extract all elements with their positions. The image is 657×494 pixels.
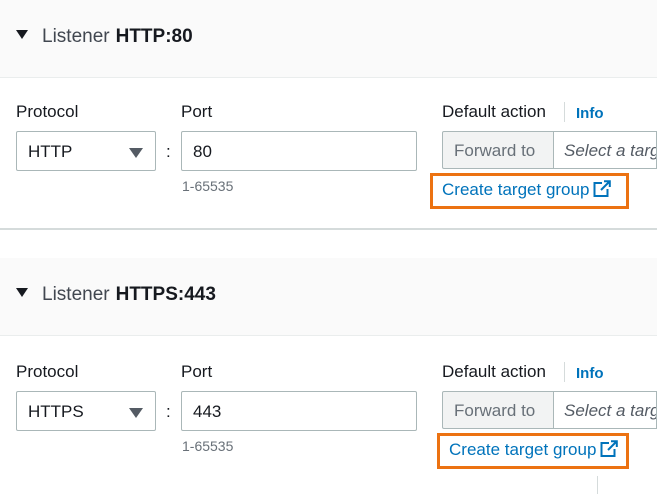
default-action-label: Default action: [442, 102, 546, 121]
listener-name: HTTP:80: [115, 26, 193, 47]
create-target-group-link[interactable]: Create target group: [430, 173, 629, 209]
caret-down-icon[interactable]: [16, 288, 28, 297]
protocol-label: Protocol: [16, 102, 79, 121]
listener-title: Listener HTTPS:443: [42, 284, 216, 306]
info-divider: [564, 362, 565, 382]
info-divider: [564, 102, 565, 122]
caret-down-icon[interactable]: [16, 30, 28, 39]
create-target-group-text: Create target group: [449, 440, 597, 459]
port-input[interactable]: 80: [181, 131, 417, 171]
listener-header[interactable]: Listener HTTPS:443: [0, 258, 657, 336]
section-gap: [0, 230, 657, 252]
triangle-down-icon: [129, 148, 143, 158]
listener-title: Listener HTTP:80: [42, 26, 193, 48]
protocol-value: HTTP: [28, 142, 73, 161]
separator-colon: :: [166, 402, 171, 421]
triangle-down-icon: [129, 408, 143, 418]
create-target-group-link[interactable]: Create target group: [437, 433, 629, 469]
port-input[interactable]: 443: [181, 391, 417, 431]
forward-to-label: Forward to: [442, 391, 554, 429]
info-link[interactable]: Info: [576, 105, 604, 122]
listener-prefix: Listener: [42, 26, 110, 47]
listener-http: Listener HTTP:80 Protocol HTTP : Port 80 …: [0, 0, 657, 230]
port-label: Port: [181, 362, 213, 381]
listener-header[interactable]: Listener HTTP:80: [0, 0, 657, 78]
column-divider: [597, 476, 598, 494]
target-group-select[interactable]: Select a targ: [554, 131, 657, 169]
listener-name: HTTPS:443: [115, 284, 216, 305]
listener-https: Listener HTTPS:443 Protocol HTTPS : Port …: [0, 258, 657, 494]
protocol-select[interactable]: HTTPS: [16, 391, 156, 431]
info-link[interactable]: Info: [576, 365, 604, 382]
external-link-icon: [600, 440, 619, 457]
listener-body: Protocol HTTPS : Port 443 1-65535 Defaul…: [0, 336, 657, 494]
protocol-select[interactable]: HTTP: [16, 131, 156, 171]
listener-prefix: Listener: [42, 284, 110, 305]
protocol-label: Protocol: [16, 362, 79, 381]
separator-colon: :: [166, 142, 171, 161]
protocol-value: HTTPS: [28, 402, 84, 421]
port-label: Port: [181, 102, 213, 121]
port-hint: 1-65535: [182, 178, 234, 194]
external-link-icon: [593, 180, 612, 197]
port-hint: 1-65535: [182, 438, 234, 454]
forward-to-label: Forward to: [442, 131, 554, 169]
target-group-select[interactable]: Select a targ: [554, 391, 657, 429]
create-target-group-text: Create target group: [442, 180, 590, 199]
listener-body: Protocol HTTP : Port 80 1-65535 Default …: [0, 78, 657, 230]
default-action-label: Default action: [442, 362, 546, 381]
